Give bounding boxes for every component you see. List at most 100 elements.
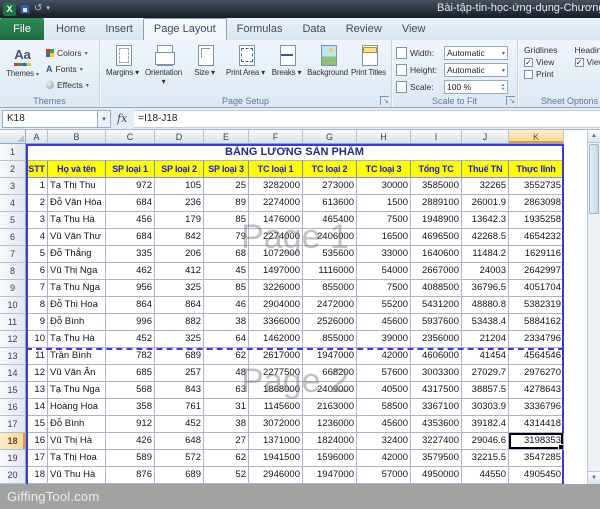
header-cell-A2[interactable]: STT xyxy=(26,161,48,178)
row-header-8[interactable]: 8 xyxy=(0,263,26,280)
tab-data[interactable]: Data xyxy=(292,18,335,40)
cell-J20[interactable]: 44550 xyxy=(462,467,509,484)
cell-D18[interactable]: 648 xyxy=(155,433,204,450)
cell-F5[interactable]: 1476000 xyxy=(249,212,303,229)
cell-K5[interactable]: 1935258 xyxy=(509,212,564,229)
cell-F9[interactable]: 3226000 xyxy=(249,280,303,297)
cell-E20[interactable]: 52 xyxy=(204,467,249,484)
row-header-10[interactable]: 10 xyxy=(0,297,26,314)
gridlines-print-checkbox[interactable]: Print xyxy=(524,69,569,79)
cell-B3[interactable]: Tạ Thị Thu xyxy=(48,178,106,195)
cell-H10[interactable]: 55200 xyxy=(357,297,411,314)
cell-B20[interactable]: Vũ Thu Hà xyxy=(48,467,106,484)
cell-G9[interactable]: 855000 xyxy=(303,280,357,297)
size-button[interactable]: Size ▾ xyxy=(184,42,225,95)
cell-F12[interactable]: 1462000 xyxy=(249,331,303,348)
cell-D16[interactable]: 761 xyxy=(155,399,204,416)
tab-insert[interactable]: Insert xyxy=(95,18,143,40)
cell-I5[interactable]: 1948900 xyxy=(411,212,462,229)
cell-I16[interactable]: 3367100 xyxy=(411,399,462,416)
cell-C3[interactable]: 972 xyxy=(106,178,155,195)
cell-G8[interactable]: 1116000 xyxy=(303,263,357,280)
row-header-11[interactable]: 11 xyxy=(0,314,26,331)
dialog-launcher-icon[interactable]: ↘ xyxy=(506,96,515,105)
cell-K13[interactable]: 4564546 xyxy=(509,348,564,365)
column-header-G[interactable]: G xyxy=(303,130,357,144)
cell-K10[interactable]: 5382319 xyxy=(509,297,564,314)
cell-K6[interactable]: 4654232 xyxy=(509,229,564,246)
cell-F20[interactable]: 2946000 xyxy=(249,467,303,484)
cell-H6[interactable]: 16500 xyxy=(357,229,411,246)
cell-F4[interactable]: 2274000 xyxy=(249,195,303,212)
cell-A5[interactable]: 3 xyxy=(26,212,48,229)
cell-C19[interactable]: 589 xyxy=(106,450,155,467)
cell-E3[interactable]: 25 xyxy=(204,178,249,195)
name-box[interactable]: K18 xyxy=(2,109,98,128)
cell-J5[interactable]: 13642.3 xyxy=(462,212,509,229)
cell-I13[interactable]: 4606000 xyxy=(411,348,462,365)
cell-B5[interactable]: Tạ Thu Hà xyxy=(48,212,106,229)
cell-F19[interactable]: 1941500 xyxy=(249,450,303,467)
cell-J14[interactable]: 27029.7 xyxy=(462,365,509,382)
row-header-19[interactable]: 19 xyxy=(0,450,26,467)
formula-input[interactable]: =I18-J18 xyxy=(134,109,600,128)
cell-D6[interactable]: 842 xyxy=(155,229,204,246)
cell-D8[interactable]: 412 xyxy=(155,263,204,280)
column-header-J[interactable]: J xyxy=(462,130,509,144)
cell-I12[interactable]: 2356000 xyxy=(411,331,462,348)
cell-H12[interactable]: 39000 xyxy=(357,331,411,348)
cell-H16[interactable]: 58500 xyxy=(357,399,411,416)
cell-H7[interactable]: 33000 xyxy=(357,246,411,263)
cell-E5[interactable]: 85 xyxy=(204,212,249,229)
header-cell-C2[interactable]: SP loại 1 xyxy=(106,161,155,178)
cell-F10[interactable]: 2904000 xyxy=(249,297,303,314)
cell-D12[interactable]: 325 xyxy=(155,331,204,348)
row-header-2[interactable]: 2 xyxy=(0,161,26,178)
cell-I20[interactable]: 4950000 xyxy=(411,467,462,484)
cell-E10[interactable]: 46 xyxy=(204,297,249,314)
colors-button[interactable]: Colors ▾ xyxy=(43,45,92,61)
cell-F11[interactable]: 3366000 xyxy=(249,314,303,331)
cell-B9[interactable]: Tạ Thu Nga xyxy=(48,280,106,297)
cell-B8[interactable]: Vũ Thị Nga xyxy=(48,263,106,280)
row-header-4[interactable]: 4 xyxy=(0,195,26,212)
row-header-20[interactable]: 20 xyxy=(0,467,26,484)
cell-C14[interactable]: 685 xyxy=(106,365,155,382)
cell-E7[interactable]: 68 xyxy=(204,246,249,263)
cell-E17[interactable]: 38 xyxy=(204,416,249,433)
cell-G16[interactable]: 2163000 xyxy=(303,399,357,416)
cell-J16[interactable]: 30303.9 xyxy=(462,399,509,416)
cell-D19[interactable]: 572 xyxy=(155,450,204,467)
cell-D3[interactable]: 105 xyxy=(155,178,204,195)
cell-F17[interactable]: 3072000 xyxy=(249,416,303,433)
row-header-14[interactable]: 14 xyxy=(0,365,26,382)
dialog-launcher-icon[interactable]: ↘ xyxy=(380,96,389,105)
tab-formulas[interactable]: Formulas xyxy=(227,18,293,40)
cell-K19[interactable]: 3547285 xyxy=(509,450,564,467)
cell-I8[interactable]: 2667000 xyxy=(411,263,462,280)
cell-K3[interactable]: 3552735 xyxy=(509,178,564,195)
tab-review[interactable]: Review xyxy=(336,18,392,40)
cell-C13[interactable]: 782 xyxy=(106,348,155,365)
cell-K8[interactable]: 2642997 xyxy=(509,263,564,280)
cell-H14[interactable]: 57600 xyxy=(357,365,411,382)
cell-E8[interactable]: 45 xyxy=(204,263,249,280)
cell-I9[interactable]: 4088500 xyxy=(411,280,462,297)
cell-J6[interactable]: 42268.5 xyxy=(462,229,509,246)
cell-A13[interactable]: 11 xyxy=(26,348,48,365)
cell-K16[interactable]: 3336796 xyxy=(509,399,564,416)
undo-icon[interactable]: ↺ xyxy=(34,4,42,14)
cell-H15[interactable]: 40500 xyxy=(357,382,411,399)
tab-view[interactable]: View xyxy=(392,18,436,40)
header-cell-G2[interactable]: TC loại 2 xyxy=(303,161,357,178)
cell-G11[interactable]: 2526000 xyxy=(303,314,357,331)
cell-G10[interactable]: 2472000 xyxy=(303,297,357,314)
cell-F13[interactable]: 2617000 xyxy=(249,348,303,365)
cell-K4[interactable]: 2863098 xyxy=(509,195,564,212)
cell-C6[interactable]: 684 xyxy=(106,229,155,246)
spinner-icon[interactable]: ▲ ▼ xyxy=(501,83,505,91)
fonts-button[interactable]: A Fonts ▾ xyxy=(43,61,92,77)
cell-E19[interactable]: 62 xyxy=(204,450,249,467)
row-header-1[interactable]: 1 xyxy=(0,144,26,161)
row-header-12[interactable]: 12 xyxy=(0,331,26,348)
